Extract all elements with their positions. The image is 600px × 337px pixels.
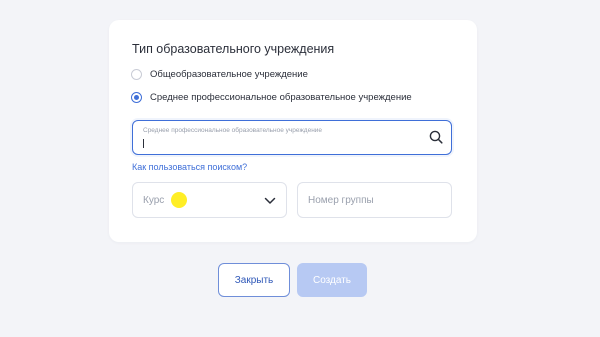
institution-search-input[interactable]: Среднее профессиональное образовательное… xyxy=(132,120,452,155)
radio-label: Среднее профессиональное образовательное… xyxy=(150,92,412,103)
institution-form-card: Тип образовательного учреждения Общеобра… xyxy=(109,20,477,242)
search-field-label: Среднее профессиональное образовательное… xyxy=(143,127,323,134)
mouse-cursor-highlight xyxy=(171,192,187,208)
course-select[interactable]: Курс xyxy=(132,182,287,218)
text-cursor xyxy=(143,139,144,148)
radio-button-unchecked[interactable] xyxy=(131,69,142,80)
search-help-link[interactable]: Как пользоваться поиском? xyxy=(132,162,247,172)
search-icon[interactable] xyxy=(429,130,443,144)
radio-option-general-education[interactable]: Общеобразовательное учреждение xyxy=(131,69,308,80)
form-title: Тип образовательного учреждения xyxy=(132,42,335,56)
radio-option-vocational-education[interactable]: Среднее профессиональное образовательное… xyxy=(131,92,412,103)
chevron-down-icon[interactable] xyxy=(264,196,276,206)
radio-label: Общеобразовательное учреждение xyxy=(150,69,308,80)
course-select-value: Курс xyxy=(143,195,165,206)
radio-button-checked[interactable] xyxy=(131,92,142,103)
create-button[interactable]: Создать xyxy=(297,263,367,297)
group-number-input[interactable] xyxy=(297,182,452,218)
close-button[interactable]: Закрыть xyxy=(218,263,290,297)
